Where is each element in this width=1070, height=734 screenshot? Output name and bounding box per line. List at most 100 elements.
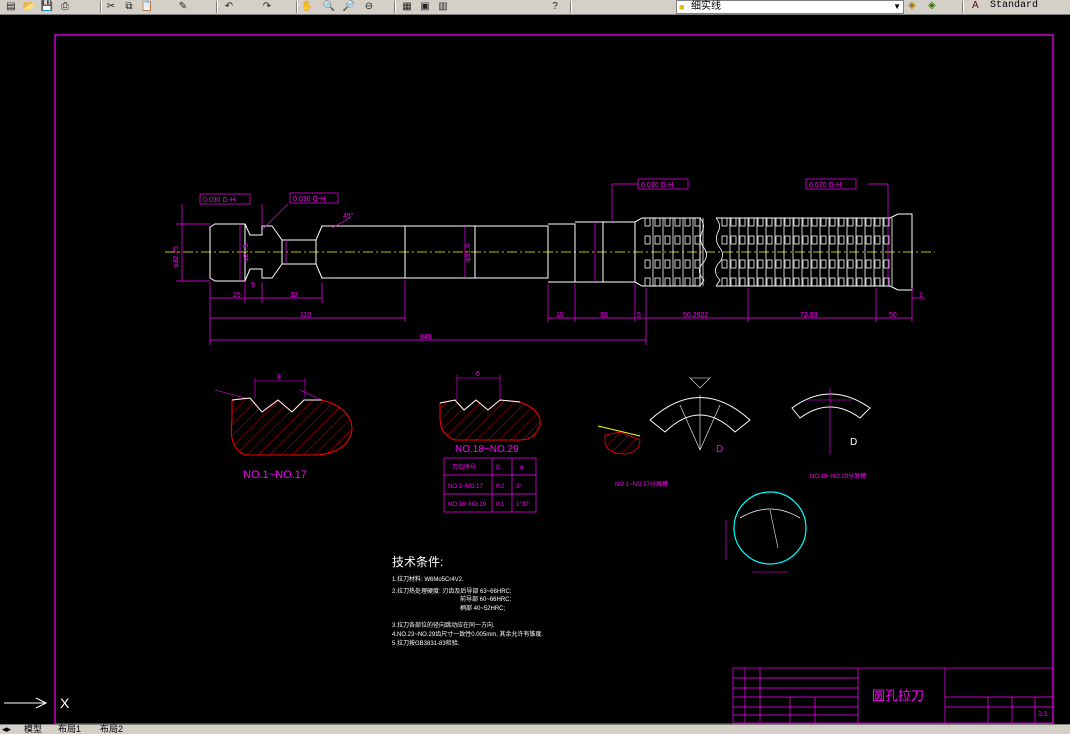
- drawing-canvas[interactable]: 0.030 G-H 0.030 G-H 0.030 G-H 0.070 G-H …: [0, 15, 1070, 724]
- tolerance-label: 0.030 G-H: [203, 197, 235, 204]
- open-icon[interactable]: 📂: [22, 0, 36, 13]
- dim-label: 25: [233, 292, 241, 299]
- text-style-icon[interactable]: A: [972, 0, 979, 11]
- dim-label: 45°: [343, 212, 354, 220]
- tooth-notch: [748, 235, 755, 245]
- paste-icon[interactable]: 📋: [140, 0, 154, 13]
- tooth-notch: [694, 277, 701, 287]
- tooth-notch: [684, 217, 691, 227]
- dim-label: 50.2622: [683, 312, 708, 319]
- svg-text:刀齿序号: 刀齿序号: [452, 463, 476, 471]
- match-prop-icon[interactable]: ✎: [176, 0, 190, 13]
- tooth-notch: [838, 217, 845, 227]
- detail-no18: 6 NO.18~NO.29: [439, 371, 541, 455]
- svg-text:8: 8: [277, 374, 281, 381]
- tooth-notch: [856, 217, 863, 227]
- dim-label: 845: [420, 334, 432, 341]
- tooth-table-text: 刀齿序号 fz α NO.1~NO.17 0.2 3° NO.18~NO.29 …: [448, 463, 530, 508]
- layer-manager-icon[interactable]: ◈: [908, 0, 916, 11]
- tooth-notch: [874, 259, 881, 269]
- tooth-notch: [721, 235, 728, 245]
- svg-text:1°30': 1°30': [516, 502, 530, 508]
- new-icon[interactable]: ▤: [4, 0, 18, 13]
- tooth-notch: [674, 259, 681, 269]
- dim-label: 50: [889, 312, 897, 319]
- tooth-notch: [694, 235, 701, 245]
- tooth-notch: [694, 217, 701, 227]
- tooth-notch: [802, 277, 809, 287]
- save-icon[interactable]: 💾: [40, 0, 54, 13]
- tooth-notch: [694, 259, 701, 269]
- pan-icon[interactable]: ✋: [300, 0, 314, 13]
- part-name: 圆孔拉刀: [872, 688, 924, 703]
- tooth-notch: [748, 259, 755, 269]
- detail-chip-groove-1: D NO.1~NO.17分屑槽: [597, 377, 751, 488]
- tooth-notch: [838, 259, 845, 269]
- ucs-icon: X: [4, 695, 70, 711]
- tooth-notch: [793, 235, 800, 245]
- detail-note: NO.18~NO.29分屑槽: [810, 472, 866, 480]
- tooth-notch: [865, 217, 872, 227]
- print-icon[interactable]: ⎙: [58, 0, 72, 13]
- tooth-notch: [748, 217, 755, 227]
- tolerance-label: 0.030 G-H: [641, 182, 673, 189]
- undo-icon[interactable]: ↶: [222, 0, 236, 13]
- tooth-notch: [793, 217, 800, 227]
- svg-text:NO.18~NO.29: NO.18~NO.29: [448, 502, 487, 508]
- layer-dropdown[interactable]: ■ 细实线 ▼: [676, 0, 904, 14]
- dim-label: φ31.6: [465, 244, 472, 262]
- tooth-notch: [802, 217, 809, 227]
- section-label: D: [850, 437, 857, 448]
- tooth-notch: [739, 277, 746, 287]
- tooth-notch: [847, 235, 854, 245]
- svg-text:3.拉刀各部位的径向跳动应在同一方向.: 3.拉刀各部位的径向跳动应在同一方向.: [392, 621, 495, 629]
- properties-icon[interactable]: ▦: [400, 0, 414, 13]
- dim-label: 9: [251, 282, 255, 289]
- text-style-dropdown[interactable]: Standard: [990, 0, 1068, 12]
- tooth-notch: [784, 235, 791, 245]
- svg-text:NO.1~NO.17: NO.1~NO.17: [448, 484, 484, 490]
- drawing-border: [54, 34, 1054, 724]
- tooth-notch: [654, 235, 661, 245]
- cut-icon[interactable]: ✂: [104, 0, 118, 13]
- tool-palette-icon[interactable]: ▥: [436, 0, 450, 13]
- tooth-notch: [757, 259, 764, 269]
- tooth-notch: [793, 259, 800, 269]
- tooth-notch: [775, 259, 782, 269]
- detail-label: NO.18~NO.29: [455, 444, 519, 455]
- layer-state-icon: ■: [679, 2, 685, 12]
- layer-previous-icon[interactable]: ◈: [928, 0, 936, 11]
- dim-label: φ21.5: [243, 244, 250, 262]
- tooth-notch: [784, 277, 791, 287]
- detail-no1: 8 NO.1~NO.17: [214, 374, 353, 481]
- tooth-notch: [838, 235, 845, 245]
- tooth-notch: [856, 277, 863, 287]
- svg-text:柄部 40~52HRC;: 柄部 40~52HRC;: [460, 604, 506, 612]
- tooth-notch: [730, 235, 737, 245]
- dim-label: 5: [637, 312, 641, 319]
- zoom-realtime-icon[interactable]: 🔍: [322, 0, 336, 13]
- help-icon[interactable]: ?: [548, 0, 562, 13]
- tooth-notch: [739, 259, 746, 269]
- design-center-icon[interactable]: ▣: [418, 0, 432, 13]
- tooth-notch: [644, 235, 651, 245]
- tooth-notch: [820, 277, 827, 287]
- tooth-notch: [811, 235, 818, 245]
- svg-text:2.拉刀热处理硬度: 刃齿及后导部 63~66HRC;: 2.拉刀热处理硬度: 刃齿及后导部 63~66HRC;: [392, 587, 512, 595]
- zoom-previous-icon[interactable]: ⊖: [362, 0, 376, 13]
- tooth-notch: [757, 277, 764, 287]
- tooth-notch: [847, 277, 854, 287]
- tooth-notch: [664, 235, 671, 245]
- tolerance-label: 0.030 G-H: [293, 196, 325, 203]
- tooth-notch: [739, 235, 746, 245]
- redo-icon[interactable]: ↷: [260, 0, 274, 13]
- tooth-notch: [730, 277, 737, 287]
- tooth-notch: [644, 217, 651, 227]
- zoom-window-icon[interactable]: 🔎: [342, 0, 356, 13]
- copy-icon[interactable]: ⧉: [122, 0, 136, 13]
- tooth-notch: [802, 259, 809, 269]
- tooth-notch: [684, 235, 691, 245]
- tooth-notch: [829, 217, 836, 227]
- tooth-notch: [793, 277, 800, 287]
- svg-text:3°: 3°: [516, 484, 522, 490]
